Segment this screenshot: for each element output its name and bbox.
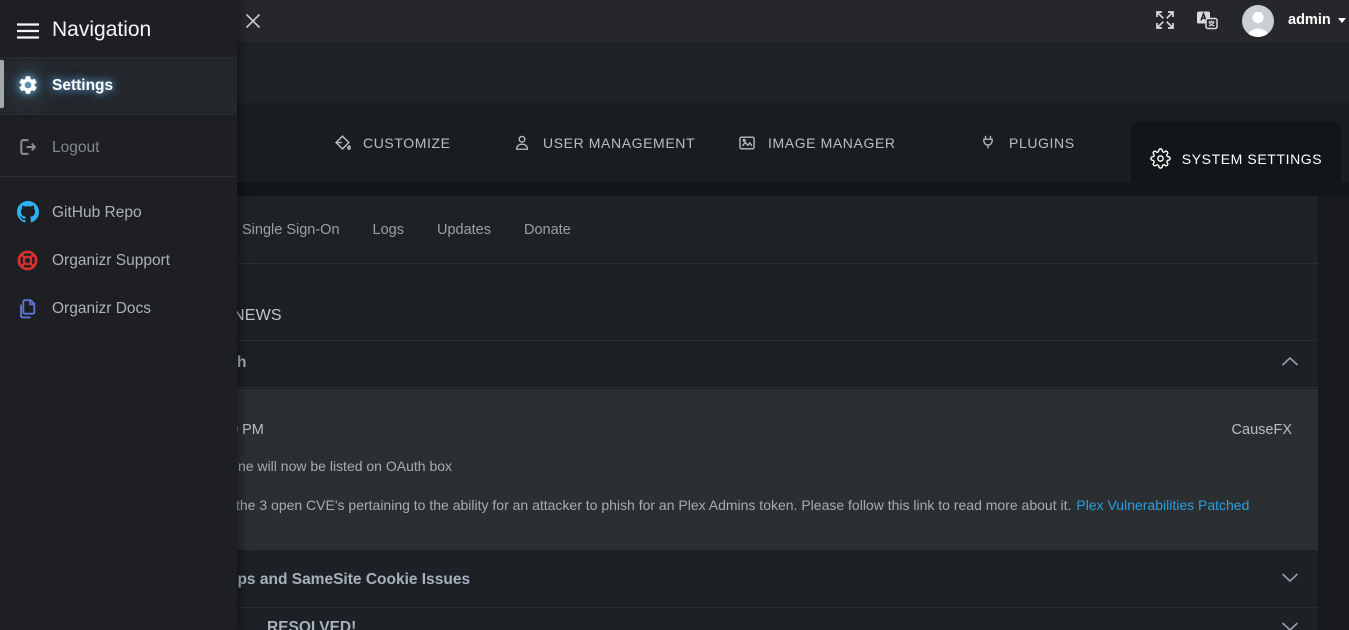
tab-image-manager[interactable]: IMAGE MANAGER (737, 103, 896, 182)
sidebar-title: Navigation (52, 18, 151, 42)
github-icon (17, 201, 39, 223)
post-text-line2: the 3 open CVE's pertaining to the abili… (236, 497, 1249, 513)
news-section-title-open[interactable]: h (237, 354, 246, 372)
sidebar-item-github-repo-label: GitHub Repo (52, 204, 142, 222)
subtab-logs[interactable]: Logs (373, 222, 404, 238)
chevron-down-icon[interactable] (1281, 621, 1299, 630)
logout-icon (17, 136, 39, 158)
tab-label: USER MANAGEMENT (543, 135, 695, 151)
news-heading: NEWS (233, 307, 282, 325)
tab-system-settings-active[interactable]: SYSTEM SETTINGS (1131, 121, 1341, 196)
post-text-line1: ne will now be listed on OAuth box (238, 458, 452, 474)
tab-label: IMAGE MANAGER (768, 135, 896, 151)
tab-label: SYSTEM SETTINGS (1182, 151, 1322, 167)
navigation-sidebar: Navigation Settings Logout GitHub Repo O… (0, 0, 237, 630)
language-icon[interactable] (1196, 9, 1218, 31)
subtab-single-sign-on[interactable]: Single Sign-On (242, 222, 340, 238)
sidebar-item-settings-label: Settings (52, 77, 113, 95)
chevron-down-icon (1338, 18, 1346, 23)
hamburger-menu-icon[interactable] (17, 23, 39, 39)
subtab-updates[interactable]: Updates (437, 222, 491, 238)
post-author: CauseFX (1232, 422, 1292, 438)
fullscreen-icon[interactable] (1154, 9, 1176, 31)
sidebar-item-organizr-support-label: Organizr Support (52, 252, 170, 270)
tab-plugins[interactable]: PLUGINS (978, 103, 1075, 182)
tab-user-management[interactable]: USER MANAGEMENT (512, 103, 695, 182)
user-avatar[interactable] (1242, 5, 1274, 37)
chevron-up-icon[interactable] (1281, 356, 1299, 367)
subtab-donate[interactable]: Donate (524, 222, 571, 238)
post-text: the 3 open CVE's pertaining to the abili… (236, 497, 1071, 513)
sidebar-item-logout-label: Logout (52, 139, 99, 157)
documents-icon (16, 297, 39, 320)
news-section-title-resolved[interactable]: RESOLVED! (267, 619, 356, 630)
tab-label: CUSTOMIZE (363, 135, 451, 151)
news-section-title-cookies[interactable]: ops and SameSite Cookie Issues (228, 571, 470, 589)
admin-username: admin (1288, 12, 1331, 28)
chevron-down-icon[interactable] (1281, 572, 1299, 583)
sub-tabs: Single Sign-On Logs Updates Donate (242, 196, 571, 263)
life-ring-icon (16, 249, 39, 272)
sidebar-item-organizr-docs-label: Organizr Docs (52, 300, 151, 318)
tab-label: PLUGINS (1009, 135, 1075, 151)
active-item-accent (0, 60, 4, 108)
tab-customize[interactable]: CUSTOMIZE (332, 103, 451, 182)
gear-icon (17, 74, 39, 96)
close-icon[interactable] (243, 11, 263, 31)
organizr-page: admin Settings / Tab Editor CUSTOMIZE US… (0, 0, 1349, 630)
divider (0, 176, 237, 177)
plex-vulnerabilities-link[interactable]: Plex Vulnerabilities Patched (1076, 497, 1249, 513)
admin-dropdown[interactable]: admin (1288, 12, 1346, 28)
